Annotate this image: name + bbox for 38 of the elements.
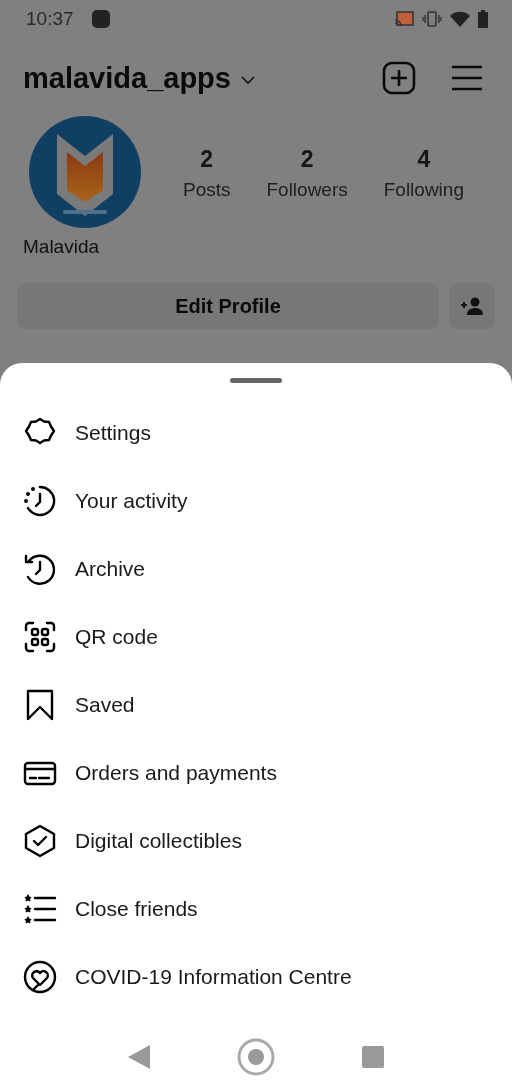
stat-count: 2 <box>200 146 214 173</box>
add-icon[interactable] <box>382 61 416 95</box>
menu-item[interactable]: COVID-19 Information Centre <box>0 943 512 1011</box>
username-title[interactable]: malavida_apps <box>23 61 231 95</box>
add-person-icon <box>460 297 484 315</box>
heart-circle-icon <box>23 960 57 994</box>
menu-item[interactable]: Digital collectibles <box>0 807 512 875</box>
vibrate-icon <box>422 11 442 27</box>
qr-code-icon <box>23 620 57 654</box>
hexagon-check-icon <box>23 824 57 858</box>
notification-icon <box>91 10 110 28</box>
back-icon[interactable] <box>128 1045 150 1069</box>
stat-label: Followers <box>266 179 348 201</box>
menu-item[interactable]: Close friends <box>0 875 512 943</box>
menu-item[interactable]: QR code <box>0 603 512 671</box>
stat-label: Following <box>383 179 464 201</box>
home-icon[interactable] <box>236 1037 276 1077</box>
clock-icon <box>23 484 57 518</box>
menu-item[interactable]: Your activity <box>0 467 512 535</box>
menu-item[interactable]: Orders and payments <box>0 739 512 807</box>
wifi-icon <box>450 11 470 27</box>
stat-count: 2 <box>300 146 314 173</box>
sheet-handle[interactable] <box>230 378 282 383</box>
cast-icon <box>394 11 414 27</box>
menu-item[interactable]: Archive <box>0 535 512 603</box>
profile-name: Malavida <box>23 236 100 258</box>
add-person-button[interactable] <box>449 283 495 329</box>
battery-icon <box>478 10 488 28</box>
menu-item[interactable]: Settings <box>0 399 512 467</box>
status-time: 10:37 <box>26 8 74 30</box>
history-icon <box>23 552 57 586</box>
chevron-down-icon[interactable] <box>240 75 255 85</box>
stat-label: Posts <box>182 179 231 201</box>
menu-item[interactable]: Saved <box>0 671 512 739</box>
star-list-icon <box>23 892 57 926</box>
edit-profile-button[interactable]: Edit Profile <box>17 283 439 329</box>
stat-count: 4 <box>417 146 431 173</box>
menu-icon[interactable] <box>452 65 482 91</box>
